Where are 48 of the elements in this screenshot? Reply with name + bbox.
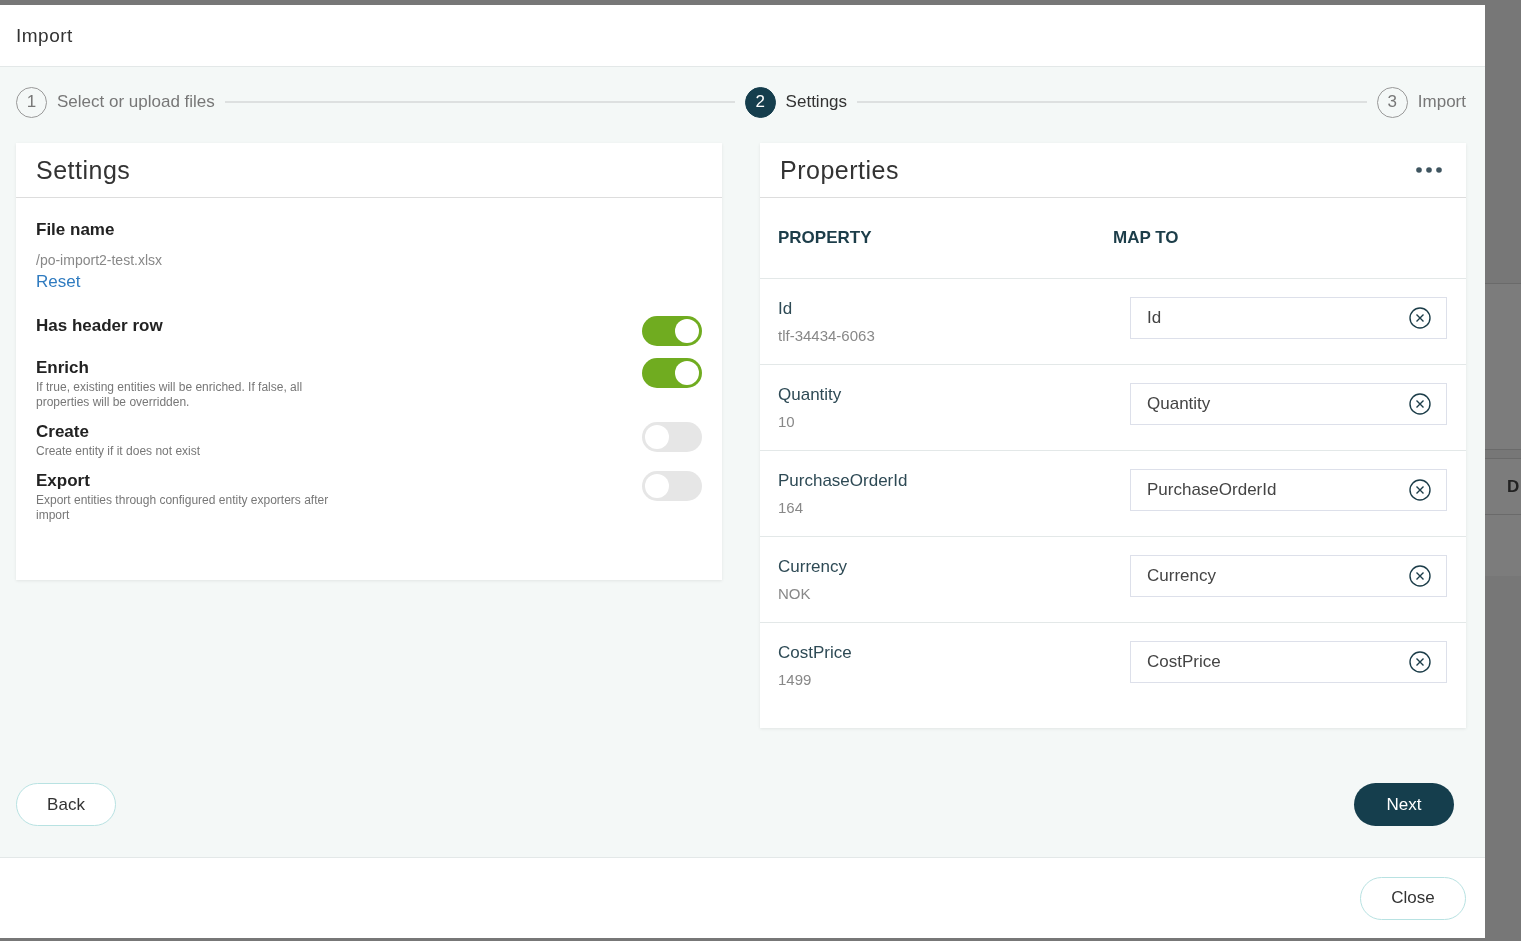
column-header: PROPERTY [778, 228, 873, 248]
map-to-field[interactable]: PurchaseOrderId [1130, 469, 1447, 511]
clear-icon[interactable] [1409, 393, 1431, 415]
panel-title: Settings [36, 155, 131, 185]
option-label: Has header row [36, 316, 163, 336]
property-sample: NOK [778, 585, 812, 602]
more-icon[interactable] [1416, 167, 1442, 173]
background-text: D [1507, 476, 1520, 497]
clear-icon[interactable] [1409, 651, 1431, 673]
dialog-title: Import [16, 24, 73, 47]
property-sample: 1499 [778, 671, 813, 688]
toggle-switch[interactable] [642, 422, 702, 452]
property-name: Quantity [778, 385, 842, 405]
step-number[interactable]: 2 [744, 86, 776, 118]
property-name: Id [778, 299, 794, 319]
step-label[interactable]: Select or upload files [57, 92, 215, 112]
field-label: File name [36, 220, 116, 240]
next-button[interactable]: Next [1354, 783, 1454, 826]
column-header: MAP TO [1113, 228, 1180, 248]
back-button[interactable]: Back [16, 783, 116, 826]
option-description: Create entity if it does not exist [36, 444, 202, 459]
property-sample: tlf-34434-6063 [778, 327, 875, 344]
option-description: Export entities through configured entity exporters after import [36, 493, 330, 523]
panel-title: Properties [780, 155, 899, 185]
reset-link[interactable]: Reset [36, 272, 81, 292]
property-name: CostPrice [778, 643, 852, 663]
option-label: Create [36, 422, 90, 442]
clear-icon[interactable] [1409, 479, 1431, 501]
close-button[interactable]: Close [1360, 876, 1466, 920]
toggle-switch[interactable] [642, 316, 702, 346]
option-label: Export [36, 471, 91, 491]
option-description: If true, existing entities will be enriched. If false, all properties will be overridden. [36, 380, 304, 410]
property-sample: 164 [778, 499, 805, 516]
property-name: Currency [778, 557, 847, 577]
step-label[interactable]: Settings [785, 92, 848, 112]
property-name: PurchaseOrderId [778, 471, 908, 491]
property-sample: 10 [778, 413, 796, 430]
map-to-field[interactable]: Quantity [1130, 383, 1447, 425]
clear-icon[interactable] [1409, 307, 1431, 329]
clear-icon[interactable] [1409, 565, 1431, 587]
map-to-field[interactable]: CostPrice [1130, 641, 1447, 683]
step-label[interactable]: Import [1417, 92, 1466, 112]
file-name: /po-import2-test.xlsx [36, 252, 164, 268]
toggle-switch[interactable] [642, 471, 702, 501]
toggle-switch[interactable] [642, 358, 702, 388]
map-to-field[interactable]: Id [1130, 297, 1447, 339]
map-to-field[interactable]: Currency [1130, 555, 1447, 597]
option-label: Enrich [36, 358, 90, 378]
